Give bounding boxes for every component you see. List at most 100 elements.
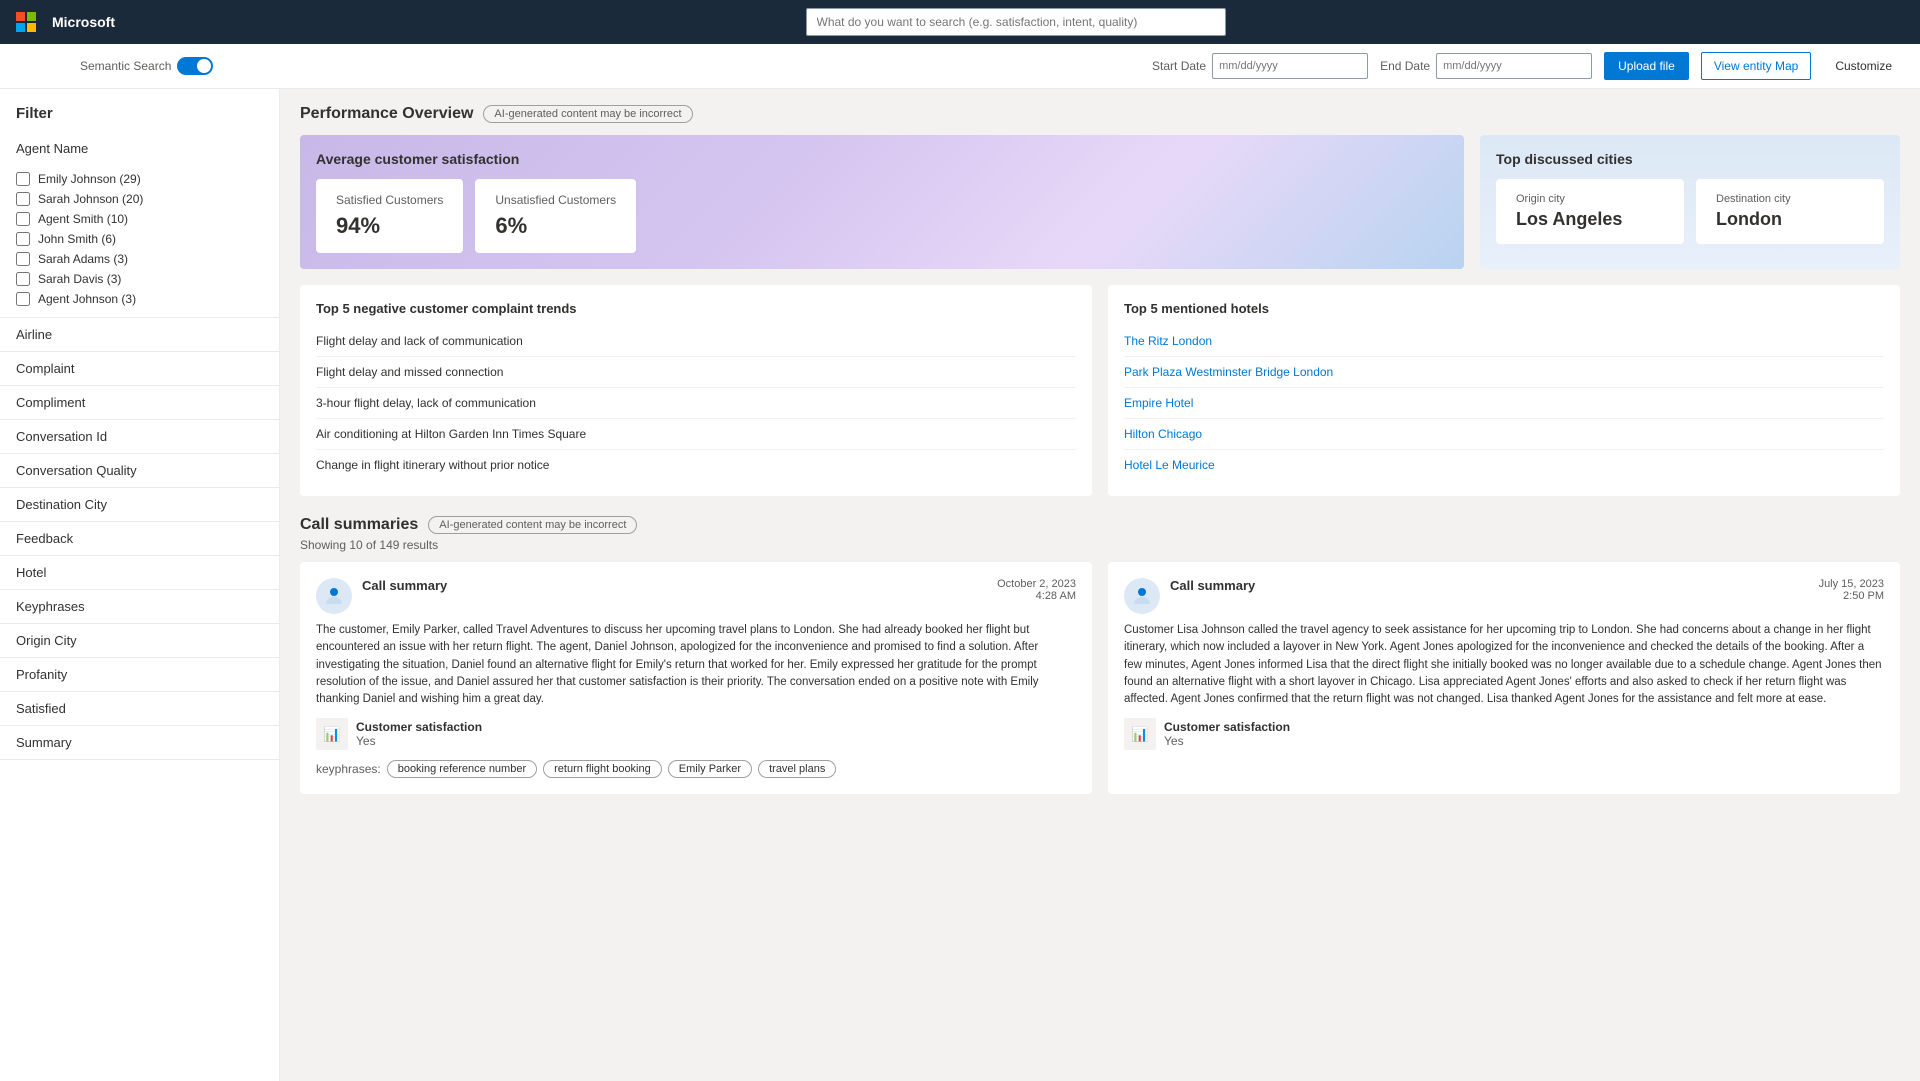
filter-section-header[interactable]: Feedback [0, 522, 279, 555]
complaint-item: Flight delay and lack of communication [316, 326, 1076, 357]
filter-section-origin-city: Origin City [0, 624, 279, 658]
keyphrase-tag[interactable]: return flight booking [543, 760, 662, 778]
summaries-header: Call summaries AI-generated content may … [300, 516, 1900, 534]
hotel-link[interactable]: Empire Hotel [1124, 396, 1193, 410]
filter-section-agent-name: Agent Name Emily Johnson (29)Sarah Johns… [0, 132, 279, 318]
csat-info: Customer satisfaction Yes [356, 720, 482, 748]
filter-section-header[interactable]: Destination City [0, 488, 279, 521]
satisfaction-boxes: Satisfied Customers 94% Unsatisfied Cust… [316, 179, 1448, 253]
controls-bar: Semantic Search Start Date End Date Uplo… [0, 44, 1920, 89]
trends-card: Top 5 negative customer complaint trends… [300, 285, 1092, 496]
filter-section-header[interactable]: Summary [0, 726, 279, 759]
hotel-link[interactable]: Hotel Le Meurice [1124, 458, 1215, 472]
csat-label: Customer satisfaction [356, 720, 482, 734]
agent-checkbox[interactable] [16, 172, 30, 186]
filter-label: Feedback [16, 531, 73, 546]
sidebar: Filter Agent Name Emily Johnson (29)Sara… [0, 89, 280, 1081]
agent-name: John Smith (6) [38, 232, 116, 246]
search-input[interactable] [806, 8, 1226, 36]
destination-city-label: Destination city [1716, 193, 1864, 205]
satisfied-label: Satisfied Customers [336, 193, 443, 207]
filter-label: Compliment [16, 395, 85, 410]
agent-checkbox[interactable] [16, 232, 30, 246]
keyphrases-row: keyphrases: booking reference numberretu… [316, 760, 1076, 778]
filter-section-header-agent-name[interactable]: Agent Name [0, 132, 279, 165]
agent-name: Agent Smith (10) [38, 212, 128, 226]
filter-section-header[interactable]: Conversation Id [0, 420, 279, 453]
filter-label: Keyphrases [16, 599, 85, 614]
filter-section-header[interactable]: Satisfied [0, 692, 279, 725]
hotel-link[interactable]: Hilton Chicago [1124, 427, 1202, 441]
end-date-label: End Date [1380, 59, 1430, 73]
filter-section-keyphrases: Keyphrases [0, 590, 279, 624]
customize-button[interactable]: Customize [1823, 52, 1904, 80]
agent-item: Agent Smith (10) [16, 209, 263, 229]
summaries-ai-badge: AI-generated content may be incorrect [428, 516, 637, 534]
agent-checkbox[interactable] [16, 292, 30, 306]
filter-label: Summary [16, 735, 72, 750]
csat-label: Customer satisfaction [1164, 720, 1290, 734]
avatar [1124, 578, 1160, 614]
filter-section-header[interactable]: Keyphrases [0, 590, 279, 623]
destination-city-value: London [1716, 209, 1864, 230]
filter-label: Hotel [16, 565, 46, 580]
agent-checkbox[interactable] [16, 192, 30, 206]
semantic-toggle-switch[interactable] [177, 57, 213, 75]
agent-checkbox[interactable] [16, 212, 30, 226]
hotel-list: The Ritz London Park Plaza Westminster Br… [1124, 326, 1884, 480]
hotel-item: The Ritz London [1124, 326, 1884, 357]
agent-name: Sarah Davis (3) [38, 272, 121, 286]
upload-file-button[interactable]: Upload file [1604, 52, 1689, 80]
filter-section-header[interactable]: Profanity [0, 658, 279, 691]
csat-row: 📊 Customer satisfaction Yes [1124, 718, 1884, 750]
agent-item: Emily Johnson (29) [16, 169, 263, 189]
filter-section-destination-city: Destination City [0, 488, 279, 522]
summary-top: Call summary July 15, 20232:50 PM [1124, 578, 1884, 614]
hotel-item: Park Plaza Westminster Bridge London [1124, 357, 1884, 388]
hotel-link[interactable]: Park Plaza Westminster Bridge London [1124, 365, 1333, 379]
filter-section-header[interactable]: Conversation Quality [0, 454, 279, 487]
agent-checkbox[interactable] [16, 252, 30, 266]
semantic-search-toggle-group: Semantic Search [80, 57, 213, 75]
microsoft-logo [16, 12, 36, 32]
keyphrase-tag[interactable]: booking reference number [387, 760, 537, 778]
summary-card: Call summary October 2, 20234:28 AM The … [300, 562, 1092, 794]
csat-value: Yes [356, 734, 482, 748]
keyphrase-tag[interactable]: travel plans [758, 760, 836, 778]
bottom-row: Top 5 negative customer complaint trends… [300, 285, 1900, 496]
origin-city-value: Los Angeles [1516, 209, 1664, 230]
keyphrase-tag[interactable]: Emily Parker [668, 760, 752, 778]
filter-section-complaint: Complaint [0, 352, 279, 386]
view-entity-map-button[interactable]: View entity Map [1701, 52, 1812, 80]
filter-label: Profanity [16, 667, 67, 682]
start-date-label: Start Date [1152, 59, 1206, 73]
filter-section-header[interactable]: Airline [0, 318, 279, 351]
agent-name: Agent Johnson (3) [38, 292, 136, 306]
filter-section-header[interactable]: Origin City [0, 624, 279, 657]
filter-section-hotel: Hotel [0, 556, 279, 590]
hotel-link[interactable]: The Ritz London [1124, 334, 1212, 348]
filter-section-header[interactable]: Complaint [0, 352, 279, 385]
filter-label: Airline [16, 327, 52, 342]
filter-label: Complaint [16, 361, 75, 376]
agent-item: Sarah Adams (3) [16, 249, 263, 269]
csat-icon: 📊 [316, 718, 348, 750]
satisfied-box: Satisfied Customers 94% [316, 179, 463, 253]
end-date-input[interactable] [1436, 53, 1592, 79]
end-date-group: End Date [1380, 53, 1592, 79]
agent-checkbox[interactable] [16, 272, 30, 286]
start-date-input[interactable] [1212, 53, 1368, 79]
filter-label: Conversation Id [16, 429, 107, 444]
toggle-thumb [197, 59, 211, 73]
summary-body: The customer, Emily Parker, called Trave… [316, 622, 1076, 708]
filter-section-header[interactable]: Hotel [0, 556, 279, 589]
filter-section-satisfied: Satisfied [0, 692, 279, 726]
cities-card: Top discussed cities Origin city Los Ang… [1480, 135, 1900, 269]
summary-card: Call summary July 15, 20232:50 PM Custom… [1108, 562, 1900, 794]
filter-section-header[interactable]: Compliment [0, 386, 279, 419]
summaries-grid: Call summary October 2, 20234:28 AM The … [300, 562, 1900, 794]
overview-row: Average customer satisfaction Satisfied … [300, 135, 1900, 269]
filter-section-feedback: Feedback [0, 522, 279, 556]
filter-label: Origin City [16, 633, 77, 648]
start-date-group: Start Date [1152, 53, 1368, 79]
